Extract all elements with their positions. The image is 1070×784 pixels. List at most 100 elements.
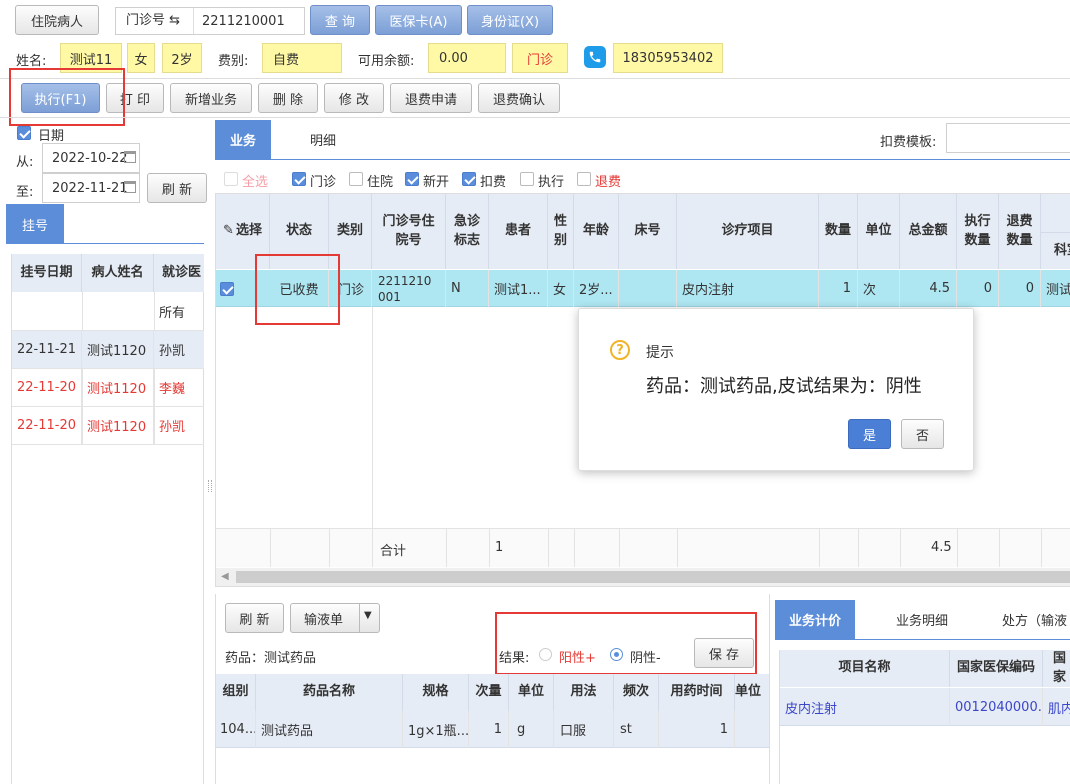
row-drug-name[interactable]: 测试药品 [256,711,403,748]
filter-all[interactable]: 所有 [154,292,204,330]
row-name[interactable]: 测试1120 [82,369,154,406]
filter-all-checkbox[interactable] [224,172,238,186]
fee-type-label: 费别: [218,54,249,69]
row-dept[interactable]: 测试 [1041,270,1070,307]
filter-refund-checkbox[interactable] [577,172,591,186]
deduct-template-select[interactable] [946,123,1070,153]
negative-radio[interactable] [610,648,623,661]
filter-execute-checkbox[interactable] [520,172,534,186]
header-gender: 性别 [548,194,574,269]
header-national: 国家 [1052,650,1066,685]
row-time-unit[interactable] [735,711,769,748]
row-group[interactable]: 104... [216,711,256,748]
row-unit[interactable]: 次 [858,270,900,307]
calendar-icon[interactable] [124,181,136,193]
row-dose[interactable]: 1 [469,711,509,748]
row-frequency[interactable]: st [614,711,659,748]
row-quantity[interactable]: 1 [819,270,858,307]
negative-label[interactable]: 阴性- [630,647,661,666]
row-dose-unit[interactable]: g [509,711,554,748]
dialog-yes-button[interactable]: 是 [848,419,891,449]
row-clinic-number[interactable]: 2211210001 [372,270,446,307]
row-name[interactable]: 测试1120 [82,331,154,368]
execute-button[interactable]: 执行(F1) [21,83,100,113]
from-date-input[interactable]: 2022-10-22 [42,143,140,173]
delete-button[interactable]: 删 除 [258,83,318,113]
row-category[interactable]: 门诊 [329,270,372,307]
clinic-number-label[interactable]: 门诊号 ⇆ [116,8,194,34]
tab-pricing[interactable]: 业务计价 [775,600,855,639]
refund-confirm-button[interactable]: 退费确认 [478,83,560,113]
scroll-left-icon[interactable]: ◀ [221,571,229,582]
divider [548,529,549,567]
filter-deduct-checkbox[interactable] [462,172,476,186]
header-dose-unit: 单位 [509,674,554,711]
row-name[interactable]: 测试1120 [82,407,154,444]
print-button[interactable]: 打 印 [106,83,164,113]
bottom-refresh-button[interactable]: 刷 新 [225,603,284,633]
row-gender[interactable]: 女 [548,270,574,307]
inpatient-button[interactable]: 住院病人 [15,5,99,35]
row-doctor[interactable]: 孙凯 [154,407,204,444]
splitter-handle[interactable] [208,480,212,492]
row-patient[interactable]: 测试1... [489,270,548,307]
scrollbar-thumb[interactable] [236,571,1070,583]
divider [775,639,1070,640]
tab-business[interactable]: 业务 [215,120,271,159]
refund-apply-button[interactable]: 退费申请 [390,83,472,113]
row-item[interactable]: 皮内注射 [677,270,819,307]
save-button[interactable]: 保 存 [694,638,754,668]
from-date-value: 2022-10-22 [52,150,128,166]
tab-registration[interactable]: 挂号 [6,204,64,244]
row-date[interactable]: 22-11-20 [12,369,82,406]
header-time-unit: 单位 [735,684,762,700]
phone-icon [584,46,606,68]
horizontal-scrollbar[interactable]: ◀ [216,568,1070,586]
dialog-no-button[interactable]: 否 [901,419,944,449]
row-item-name[interactable]: 皮内注射 [780,688,950,726]
date-checkbox[interactable] [17,126,31,140]
row-doctor[interactable]: 孙凯 [154,331,204,368]
add-business-button[interactable]: 新增业务 [170,83,252,113]
row-exec-quantity[interactable]: 0 [957,270,999,307]
positive-radio[interactable] [539,648,552,661]
summary-label: 合计 [380,544,407,559]
row-insurance-code[interactable]: 0012040000... [950,688,1043,726]
filter-new-checkbox[interactable] [405,172,419,186]
row-age[interactable]: 2岁... [574,270,619,307]
header-exec-quantity: 执行数量 [957,194,999,269]
filter-clinic-checkbox[interactable] [292,172,306,186]
positive-label[interactable]: 阳性+ [559,647,596,666]
header-dose: 次量 [469,674,509,711]
clinic-number-value[interactable]: 2211210001 [194,14,285,29]
row-national[interactable]: 肌内 [1043,688,1070,726]
row-emergency[interactable]: N [446,270,489,307]
tab-prescription[interactable]: 处方（输液 [990,600,1070,639]
to-date-input[interactable]: 2022-11-21 [42,173,140,203]
row-time[interactable]: 1 [659,711,735,748]
query-button[interactable]: 查 询 [310,5,370,35]
dropdown-arrow-icon[interactable]: ▼ [364,610,372,621]
row-total[interactable]: 4.5 [900,270,957,307]
row-doctor[interactable]: 李巍 [154,369,204,406]
row-spec[interactable]: 1g×1瓶... [403,711,469,748]
tab-business-detail[interactable]: 业务明细 [880,600,964,639]
row-select-checkbox[interactable] [220,282,234,296]
filter-inpatient-checkbox[interactable] [349,172,363,186]
row-refund-quantity[interactable]: 0 [999,270,1041,307]
row-usage[interactable]: 口服 [554,711,614,748]
infusion-button[interactable]: 输液单 ▼ [290,603,380,633]
insurance-card-button[interactable]: 医保卡(A) [375,5,462,35]
row-date[interactable]: 22-11-20 [12,407,82,444]
left-refresh-button[interactable]: 刷 新 [147,173,207,203]
divider [215,159,1070,160]
calendar-icon[interactable] [124,151,136,163]
id-card-button[interactable]: 身份证(X) [467,5,553,35]
row-status[interactable]: 已收费 [270,270,329,307]
modify-button[interactable]: 修 改 [324,83,384,113]
clinic-number-field[interactable]: 门诊号 ⇆ 2211210001 [115,7,305,35]
row-bed[interactable] [619,270,677,307]
row-date[interactable]: 22-11-21 [12,331,82,368]
divider [489,529,490,567]
tab-detail[interactable]: 明细 [290,120,356,159]
